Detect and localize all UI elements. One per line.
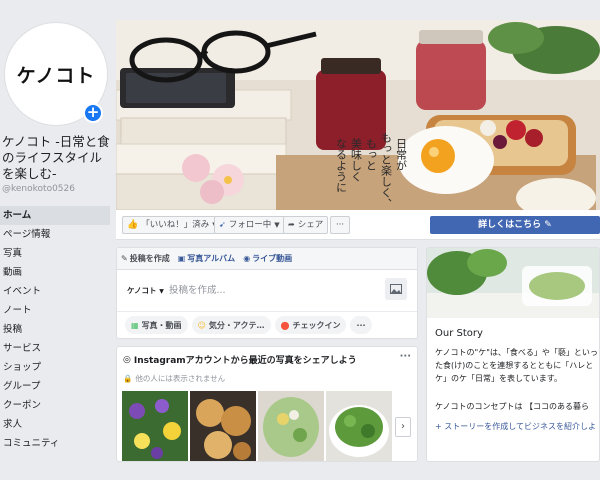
instagram-subtitle-text: 他の人には表示されません (135, 374, 226, 383)
liked-label: 「いいね！」済み (141, 220, 210, 230)
instagram-photo[interactable] (326, 391, 392, 461)
story-heading: Our Story (435, 328, 483, 339)
photo-icon: ▦ (131, 320, 139, 330)
next-photos-button[interactable]: › (395, 417, 411, 437)
post-as-name: ケノコト (127, 286, 157, 295)
instagram-card-subtitle: 🔒 他の人には表示されません (123, 373, 225, 384)
chevron-down-icon: ▼ (274, 221, 280, 229)
more-dots-icon: ··· (356, 320, 366, 330)
story-paragraph: ケノコトの"ケ"は、「食べる」や「褻」といった食(け)のことを連想するとともに「… (435, 348, 598, 383)
profile-avatar[interactable]: ケノコト + (4, 22, 108, 126)
pencil-icon: ✎ (121, 254, 128, 263)
share-button[interactable]: ➦ シェア (283, 216, 329, 234)
check-in-label: チェックイン (292, 320, 341, 330)
learn-more-button[interactable]: 詳しくはこちら ✎ (430, 216, 600, 234)
liked-button[interactable]: 👍 「いいね！」済み ▼ (122, 216, 223, 234)
nav-item-jobs[interactable]: 求人 (0, 415, 110, 434)
tagline-col-4: 美味しく (350, 138, 363, 182)
chevron-down-icon: ▼ (159, 288, 164, 295)
tab-photo-album[interactable]: ▣ 写真アルバム (178, 253, 235, 264)
composer-actions: ▦ 写真・動画 ☺ 気分・アクテ… ⬤ チェックイン ··· (117, 312, 417, 338)
instagram-icon: ◎ (123, 354, 131, 365)
page-nav: ホーム ページ情報 写真 動画 イベント ノート 投稿 サービス ショップ グル… (0, 206, 110, 453)
photo-video-button[interactable]: ▦ 写真・動画 (125, 316, 188, 334)
nav-item-shop[interactable]: ショップ (0, 358, 110, 377)
image-icon (390, 284, 402, 294)
nav-item-home[interactable]: ホーム (0, 206, 110, 225)
nav-item-videos[interactable]: 動画 (0, 263, 110, 282)
instagram-share-card: ◎ Instagramアカウントから最近の写真をシェアしよう ··· 🔒 他の人… (116, 346, 418, 462)
nav-item-notes[interactable]: ノート (0, 301, 110, 320)
tagline-col-5: なるように (335, 138, 348, 193)
story-image (427, 248, 599, 318)
share-label: シェア (297, 220, 324, 230)
tab-live-video-label: ライブ動画 (252, 254, 293, 263)
pencil-icon: ✎ (544, 220, 552, 230)
create-story-link[interactable]: + ストーリーを作成してビジネスを紹介しよ (435, 420, 599, 433)
post-composer: ✎ 投稿を作成 ▣ 写真アルバム ◉ ライブ動画 ケノコト ▼ 投稿を作成... (116, 247, 418, 339)
composer-tabs: ✎ 投稿を作成 ▣ 写真アルバム ◉ ライブ動画 (117, 248, 417, 270)
story-concept: ケノコトのコンセプトは 【ココのある暮ら (435, 402, 590, 411)
feeling-activity-button[interactable]: ☺ 気分・アクテ… (191, 316, 271, 334)
nav-item-services[interactable]: サービス (0, 339, 110, 358)
nav-item-posts[interactable]: 投稿 (0, 320, 110, 339)
tagline-col-2: もっと楽しく、 (380, 132, 393, 209)
page-action-bar: 👍 「いいね！」済み ▼ ➹ フォロー中 ▼ ➦ シェア ··· 詳しくはこちら… (116, 210, 600, 240)
more-dots-icon: ··· (335, 220, 345, 230)
greens-bowl-photo (326, 391, 392, 461)
story-photo (427, 248, 599, 318)
tab-create-post[interactable]: ✎ 投稿を作成 (121, 253, 170, 264)
cover-photo[interactable]: 日常が もっと楽しく、 もっと 美味しく なるように (116, 20, 600, 210)
location-pin-icon: ⬤ (280, 320, 290, 330)
composer-body[interactable]: ケノコト ▼ 投稿を作成... (117, 270, 417, 312)
composer-more-button[interactable]: ··· (350, 316, 372, 334)
share-arrow-icon: ➦ (288, 220, 295, 229)
post-as-selector[interactable]: ケノコト ▼ (127, 285, 164, 296)
page-title: ケノコト -日常と食のライフスタイルを楽しむ- (2, 134, 110, 181)
instagram-title-text: Instagramアカウントから最近の写真をシェアしよう (133, 356, 357, 366)
smiley-icon: ☺ (197, 320, 206, 330)
add-photo-button[interactable] (385, 278, 407, 300)
tagline-col-1: 日常が (395, 138, 408, 171)
thumbs-up-icon: 👍 (127, 220, 139, 230)
nav-item-coupons[interactable]: クーポン (0, 396, 110, 415)
instagram-photo[interactable] (258, 391, 324, 461)
our-story-card[interactable]: Our Story ケノコトの"ケ"は、「食べる」や「褻」といった食(け)のこと… (426, 247, 600, 462)
salad-photo (258, 391, 324, 461)
album-icon: ▣ (177, 254, 186, 263)
add-photo-icon[interactable]: + (83, 103, 103, 123)
nav-item-community[interactable]: コミュニティ (0, 434, 110, 453)
nav-item-about[interactable]: ページ情報 (0, 225, 110, 244)
tagline-col-3: もっと (365, 138, 378, 171)
composer-placeholder[interactable]: 投稿を作成... (169, 282, 226, 296)
facebook-page: ケノコト + ケノコト -日常と食のライフスタイルを楽しむ- @kenokoto… (0, 0, 600, 480)
instagram-photo[interactable] (122, 391, 188, 461)
tab-photo-album-label: 写真アルバム (187, 254, 236, 263)
nav-item-groups[interactable]: グループ (0, 377, 110, 396)
following-label: フォロー中 (228, 220, 272, 230)
instagram-photo-strip (122, 391, 392, 461)
feeling-activity-label: 気分・アクテ… (208, 320, 265, 330)
check-in-button[interactable]: ⬤ チェックイン (274, 316, 347, 334)
instagram-more-button[interactable]: ··· (400, 351, 411, 362)
more-actions-button[interactable]: ··· (330, 216, 350, 234)
learn-more-label: 詳しくはこちら (478, 220, 542, 230)
rss-icon: ➹ (219, 220, 226, 229)
flowers-photo (122, 391, 188, 461)
cover-photo-illustration: 日常が もっと楽しく、 もっと 美味しく なるように (116, 20, 600, 210)
nav-item-events[interactable]: イベント (0, 282, 110, 301)
avatar-logo-text: ケノコト (16, 64, 96, 87)
instagram-photo[interactable] (190, 391, 256, 461)
live-icon: ◉ (243, 254, 251, 263)
page-handle[interactable]: @kenokoto0526 (2, 184, 75, 194)
following-button[interactable]: ➹ フォロー中 ▼ (214, 216, 285, 234)
left-sidebar: ケノコト + ケノコト -日常と食のライフスタイルを楽しむ- @kenokoto… (0, 0, 112, 480)
photo-video-label: 写真・動画 (141, 320, 182, 330)
pastries-photo (190, 391, 256, 461)
instagram-card-title: ◎ Instagramアカウントから最近の写真をシェアしよう (123, 353, 357, 367)
tab-create-post-label: 投稿を作成 (129, 254, 170, 263)
lock-icon: 🔒 (123, 374, 133, 383)
tab-live-video[interactable]: ◉ ライブ動画 (243, 253, 292, 264)
nav-item-photos[interactable]: 写真 (0, 244, 110, 263)
